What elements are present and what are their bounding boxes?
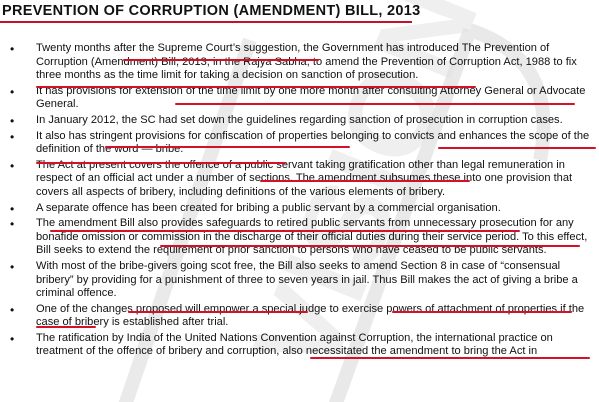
bullet-text: The Act at present covers the offence of… (36, 158, 573, 198)
bullet-text: One of the changes proposed will empower… (36, 302, 585, 329)
bullet-dot-icon: • (10, 331, 15, 346)
bullet-dot-icon: • (10, 113, 15, 128)
bullet-text: With most of the bribe-givers going scot… (36, 259, 578, 300)
bullet-dot-icon: • (10, 259, 15, 274)
highlight-underline (392, 311, 572, 313)
bullet-text: In January 2012, the SC had set down the… (36, 113, 563, 126)
highlight-underline (438, 147, 596, 149)
highlight-underline (310, 357, 590, 359)
bullet-dot-icon: • (10, 302, 15, 317)
bullet-item: • With most of the bribe-givers going sco… (0, 260, 599, 301)
bullet-item: • The amendment Bill also provides safegu… (0, 217, 599, 258)
bullet-dot-icon: • (10, 129, 15, 144)
highlight-underline (36, 326, 96, 328)
bullet-text: A separate offence has been created for … (36, 201, 501, 214)
bullet-dot-icon: • (10, 84, 15, 99)
bullet-item: • Twenty months after the Supreme Court’s… (0, 42, 599, 83)
highlight-underline (128, 311, 308, 313)
highlight-underline (160, 245, 580, 247)
highlight-underline (105, 146, 350, 148)
bullet-dot-icon: • (10, 158, 15, 173)
bullet-list: • Twenty months after the Supreme Court’s… (0, 42, 599, 361)
bullet-item: • In January 2012, the SC had set down th… (0, 114, 599, 128)
highlight-underline (175, 103, 575, 105)
bullet-item: • The ratification by India of the United… (0, 332, 599, 359)
bullet-text: Twenty months after the Supreme Court’s … (36, 42, 577, 82)
highlight-underline (50, 230, 520, 232)
bullet-text: The amendment Bill also provides safegua… (36, 217, 588, 257)
bullet-dot-icon: • (10, 201, 15, 216)
bullet-item: • A separate offence has been created for… (0, 202, 599, 216)
bullet-dot-icon: • (10, 217, 15, 232)
bullet-text: It also has stringent provisions for con… (36, 129, 590, 156)
title-underline (0, 21, 412, 23)
bullet-item: • It has provisions for extension of the … (0, 85, 599, 112)
bullet-dot-icon: • (10, 42, 15, 56)
document-page: VISION IAS PREVENTION OF CORRUPTION (AME… (0, 0, 599, 402)
document-title: PREVENTION OF CORRUPTION (AMENDMENT) BIL… (2, 3, 421, 19)
highlight-underline (36, 86, 476, 88)
highlight-underline (123, 59, 319, 61)
bullet-text: It has provisions for extension of the t… (36, 84, 586, 111)
highlight-underline (260, 180, 470, 182)
highlight-underline (36, 162, 286, 164)
bullet-item: • It also has stringent provisions for co… (0, 130, 599, 157)
bullet-text: The ratification by India of the United … (36, 331, 553, 358)
